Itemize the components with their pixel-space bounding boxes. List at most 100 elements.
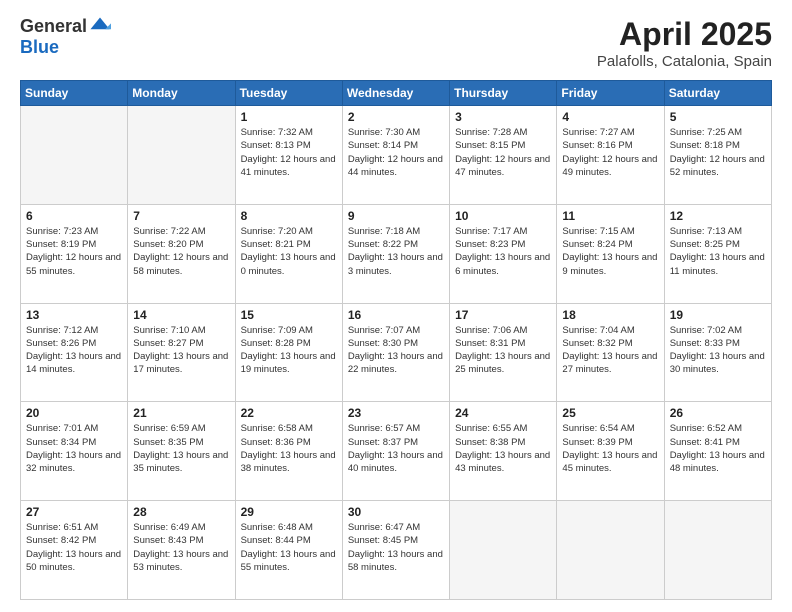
calendar-cell: 26 Sunrise: 6:52 AMSunset: 8:41 PMDayligh… <box>664 402 771 501</box>
calendar-cell: 18 Sunrise: 7:04 AMSunset: 8:32 PMDayligh… <box>557 303 664 402</box>
calendar-cell: 13 Sunrise: 7:12 AMSunset: 8:26 PMDayligh… <box>21 303 128 402</box>
day-number: 8 <box>241 209 337 223</box>
main-title: April 2025 <box>597 16 772 53</box>
calendar-cell <box>450 501 557 600</box>
logo-general-text: General <box>20 17 87 37</box>
calendar-cell: 30 Sunrise: 6:47 AMSunset: 8:45 PMDayligh… <box>342 501 449 600</box>
day-detail: Sunrise: 7:12 AMSunset: 8:26 PMDaylight:… <box>26 324 122 377</box>
calendar-cell: 2Sunrise: 7:30 AMSunset: 8:14 PMDaylight… <box>342 106 449 205</box>
calendar-cell: 14 Sunrise: 7:10 AMSunset: 8:27 PMDayligh… <box>128 303 235 402</box>
calendar-cell: 23 Sunrise: 6:57 AMSunset: 8:37 PMDayligh… <box>342 402 449 501</box>
calendar-header-tuesday: Tuesday <box>235 81 342 106</box>
calendar-cell <box>128 106 235 205</box>
day-detail: Sunrise: 6:59 AMSunset: 8:35 PMDaylight:… <box>133 422 229 475</box>
day-number: 6 <box>26 209 122 223</box>
day-number: 13 <box>26 308 122 322</box>
day-detail: Sunrise: 6:49 AMSunset: 8:43 PMDaylight:… <box>133 521 229 574</box>
calendar-cell: 8 Sunrise: 7:20 AMSunset: 8:21 PMDaylight… <box>235 204 342 303</box>
day-number: 20 <box>26 406 122 420</box>
calendar-header-wednesday: Wednesday <box>342 81 449 106</box>
day-number: 19 <box>670 308 766 322</box>
calendar-cell: 24 Sunrise: 6:55 AMSunset: 8:38 PMDayligh… <box>450 402 557 501</box>
day-detail: Sunrise: 7:04 AMSunset: 8:32 PMDaylight:… <box>562 324 658 377</box>
day-detail: Sunrise: 6:52 AMSunset: 8:41 PMDaylight:… <box>670 422 766 475</box>
day-number: 30 <box>348 505 444 519</box>
calendar-cell: 7 Sunrise: 7:22 AMSunset: 8:20 PMDaylight… <box>128 204 235 303</box>
logo-icon <box>89 16 111 38</box>
day-detail: Sunrise: 7:18 AMSunset: 8:22 PMDaylight:… <box>348 225 444 278</box>
day-number: 4 <box>562 110 658 124</box>
calendar-header-row: SundayMondayTuesdayWednesdayThursdayFrid… <box>21 81 772 106</box>
day-number: 3 <box>455 110 551 124</box>
calendar-cell: 10Sunrise: 7:17 AMSunset: 8:23 PMDayligh… <box>450 204 557 303</box>
calendar-cell: 22 Sunrise: 6:58 AMSunset: 8:36 PMDayligh… <box>235 402 342 501</box>
day-number: 23 <box>348 406 444 420</box>
calendar-cell: 11Sunrise: 7:15 AMSunset: 8:24 PMDayligh… <box>557 204 664 303</box>
day-number: 18 <box>562 308 658 322</box>
day-number: 21 <box>133 406 229 420</box>
calendar-cell: 16 Sunrise: 7:07 AMSunset: 8:30 PMDayligh… <box>342 303 449 402</box>
day-detail: Sunrise: 7:07 AMSunset: 8:30 PMDaylight:… <box>348 324 444 377</box>
day-detail: Sunrise: 7:01 AMSunset: 8:34 PMDaylight:… <box>26 422 122 475</box>
day-number: 7 <box>133 209 229 223</box>
calendar-header-monday: Monday <box>128 81 235 106</box>
day-detail: Sunrise: 6:58 AMSunset: 8:36 PMDaylight:… <box>241 422 337 475</box>
calendar-cell: 28Sunrise: 6:49 AMSunset: 8:43 PMDayligh… <box>128 501 235 600</box>
day-detail: Sunrise: 7:09 AMSunset: 8:28 PMDaylight:… <box>241 324 337 377</box>
calendar-week-row: 1Sunrise: 7:32 AMSunset: 8:13 PMDaylight… <box>21 106 772 205</box>
day-number: 17 <box>455 308 551 322</box>
day-detail: Sunrise: 7:27 AMSunset: 8:16 PMDaylight:… <box>562 126 658 179</box>
day-detail: Sunrise: 7:06 AMSunset: 8:31 PMDaylight:… <box>455 324 551 377</box>
calendar-cell: 17 Sunrise: 7:06 AMSunset: 8:31 PMDayligh… <box>450 303 557 402</box>
day-detail: Sunrise: 7:23 AMSunset: 8:19 PMDaylight:… <box>26 225 122 278</box>
calendar-cell: 20 Sunrise: 7:01 AMSunset: 8:34 PMDayligh… <box>21 402 128 501</box>
calendar-week-row: 20 Sunrise: 7:01 AMSunset: 8:34 PMDayligh… <box>21 402 772 501</box>
header: General Blue April 2025 Palafolls, Catal… <box>20 16 772 70</box>
day-number: 15 <box>241 308 337 322</box>
day-number: 24 <box>455 406 551 420</box>
day-number: 25 <box>562 406 658 420</box>
day-number: 5 <box>670 110 766 124</box>
day-detail: Sunrise: 6:54 AMSunset: 8:39 PMDaylight:… <box>562 422 658 475</box>
calendar-cell: 4 Sunrise: 7:27 AMSunset: 8:16 PMDaylight… <box>557 106 664 205</box>
calendar-header-saturday: Saturday <box>664 81 771 106</box>
day-detail: Sunrise: 6:47 AMSunset: 8:45 PMDaylight:… <box>348 521 444 574</box>
calendar-cell: 5 Sunrise: 7:25 AMSunset: 8:18 PMDaylight… <box>664 106 771 205</box>
day-detail: Sunrise: 7:25 AMSunset: 8:18 PMDaylight:… <box>670 126 766 179</box>
calendar-header-thursday: Thursday <box>450 81 557 106</box>
day-number: 27 <box>26 505 122 519</box>
calendar-cell: 21 Sunrise: 6:59 AMSunset: 8:35 PMDayligh… <box>128 402 235 501</box>
day-detail: Sunrise: 7:22 AMSunset: 8:20 PMDaylight:… <box>133 225 229 278</box>
page: General Blue April 2025 Palafolls, Catal… <box>0 0 792 612</box>
calendar-cell: 6 Sunrise: 7:23 AMSunset: 8:19 PMDaylight… <box>21 204 128 303</box>
day-detail: Sunrise: 6:57 AMSunset: 8:37 PMDaylight:… <box>348 422 444 475</box>
calendar-cell: 19 Sunrise: 7:02 AMSunset: 8:33 PMDayligh… <box>664 303 771 402</box>
calendar-week-row: 13 Sunrise: 7:12 AMSunset: 8:26 PMDayligh… <box>21 303 772 402</box>
title-block: April 2025 Palafolls, Catalonia, Spain <box>597 16 772 70</box>
day-number: 14 <box>133 308 229 322</box>
calendar-week-row: 6 Sunrise: 7:23 AMSunset: 8:19 PMDaylight… <box>21 204 772 303</box>
day-number: 2 <box>348 110 444 124</box>
day-detail: Sunrise: 6:51 AMSunset: 8:42 PMDaylight:… <box>26 521 122 574</box>
calendar-cell: 29Sunrise: 6:48 AMSunset: 8:44 PMDayligh… <box>235 501 342 600</box>
calendar-cell: 9Sunrise: 7:18 AMSunset: 8:22 PMDaylight… <box>342 204 449 303</box>
calendar-cell <box>664 501 771 600</box>
day-detail: Sunrise: 6:55 AMSunset: 8:38 PMDaylight:… <box>455 422 551 475</box>
calendar-table: SundayMondayTuesdayWednesdayThursdayFrid… <box>20 80 772 600</box>
day-number: 26 <box>670 406 766 420</box>
day-number: 16 <box>348 308 444 322</box>
day-number: 1 <box>241 110 337 124</box>
calendar-cell: 15 Sunrise: 7:09 AMSunset: 8:28 PMDayligh… <box>235 303 342 402</box>
day-number: 22 <box>241 406 337 420</box>
day-number: 12 <box>670 209 766 223</box>
day-number: 29 <box>241 505 337 519</box>
day-detail: Sunrise: 7:02 AMSunset: 8:33 PMDaylight:… <box>670 324 766 377</box>
calendar-cell: 3Sunrise: 7:28 AMSunset: 8:15 PMDaylight… <box>450 106 557 205</box>
calendar-cell: 1Sunrise: 7:32 AMSunset: 8:13 PMDaylight… <box>235 106 342 205</box>
day-detail: Sunrise: 7:20 AMSunset: 8:21 PMDaylight:… <box>241 225 337 278</box>
day-detail: Sunrise: 7:13 AMSunset: 8:25 PMDaylight:… <box>670 225 766 278</box>
day-detail: Sunrise: 7:10 AMSunset: 8:27 PMDaylight:… <box>133 324 229 377</box>
day-detail: Sunrise: 7:15 AMSunset: 8:24 PMDaylight:… <box>562 225 658 278</box>
subtitle: Palafolls, Catalonia, Spain <box>597 53 772 70</box>
calendar-header-sunday: Sunday <box>21 81 128 106</box>
